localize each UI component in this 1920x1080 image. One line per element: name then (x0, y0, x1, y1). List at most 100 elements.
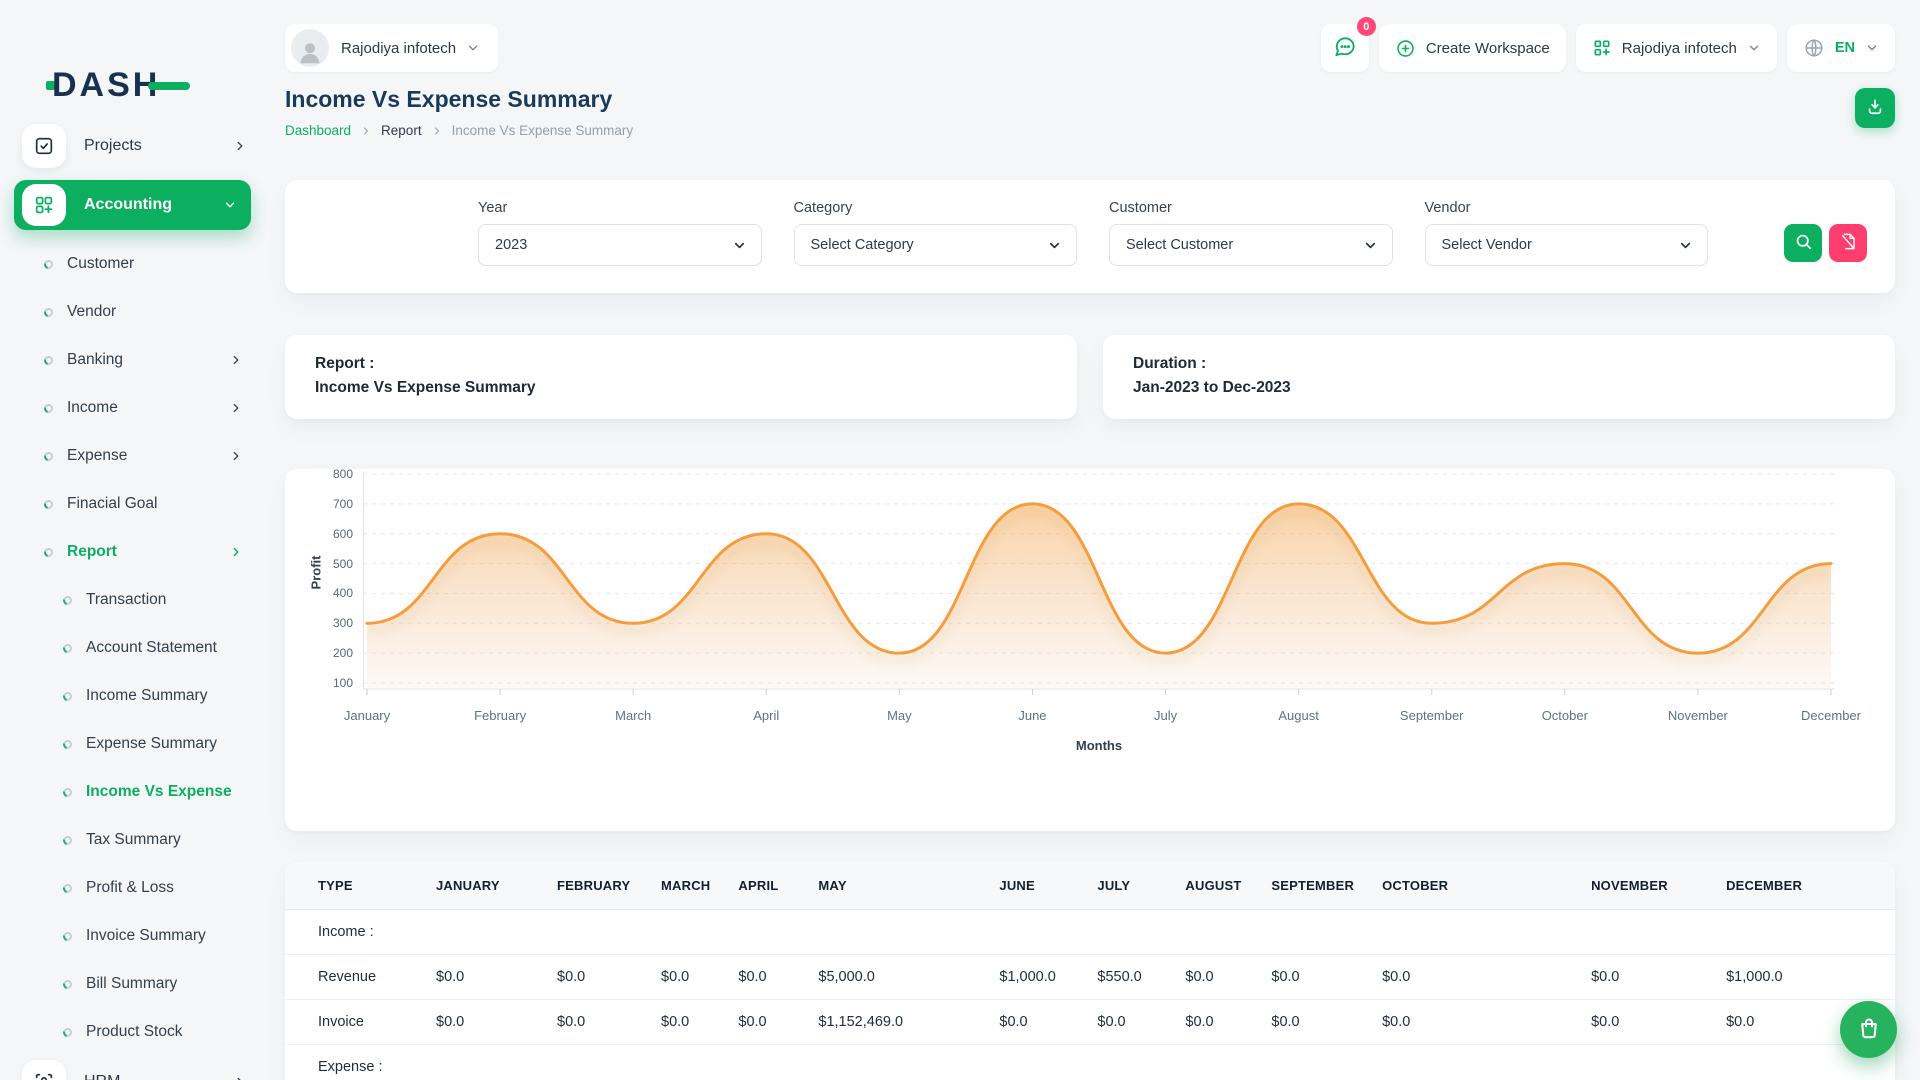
value-cell: $0.0 (1171, 1000, 1257, 1045)
bullet-icon (42, 354, 54, 366)
chevron-right-icon (431, 125, 443, 137)
download-button[interactable] (1855, 88, 1895, 128)
sidebar-item-hrm[interactable]: HRM (0, 1056, 265, 1080)
sidebar-item-banking[interactable]: Banking (0, 336, 265, 384)
customer-filter: Customer Select Customer (1109, 200, 1393, 293)
main-content: Rajodiya infotech 0 Create Workspace (285, 0, 1895, 1080)
sidebar-item-expense[interactable]: Expense (0, 432, 265, 480)
breadcrumb: Dashboard Report Income Vs Expense Summa… (285, 123, 633, 138)
sidebar-item-projects[interactable]: Projects (0, 120, 265, 172)
row-type-cell: Revenue (285, 955, 422, 1000)
language-code: EN (1835, 40, 1855, 56)
customer-select[interactable]: Select Customer (1109, 224, 1393, 266)
bullet-icon (42, 546, 54, 558)
breadcrumb-report[interactable]: Report (381, 123, 422, 138)
year-value: 2023 (495, 237, 527, 253)
fab-button[interactable] (1840, 1001, 1897, 1058)
value-cell: $550.0 (1083, 955, 1171, 1000)
user-scan-icon (22, 1060, 66, 1080)
column-header-january: JANUARY (422, 862, 543, 910)
y-tick-label: 200 (313, 646, 353, 660)
plus-circle-icon (1395, 38, 1416, 59)
value-cell: $0.0 (647, 1000, 724, 1045)
reset-filter-button[interactable] (1829, 224, 1867, 262)
app-logo[interactable]: DASH (52, 66, 202, 106)
x-tick-label: March (615, 708, 651, 723)
bullet-icon (61, 882, 73, 894)
y-tick-label: 100 (313, 676, 353, 690)
table-row[interactable]: Invoice$0.0$0.0$0.0$0.0$1,152,469.0$0.0$… (285, 1000, 1895, 1045)
sidebar-item-finacial-goal[interactable]: Finacial Goal (0, 480, 265, 528)
sidebar-item-report[interactable]: Report (0, 528, 265, 576)
filter-actions (1784, 224, 1867, 262)
column-header-august: AUGUST (1171, 862, 1257, 910)
bullet-icon (61, 1026, 73, 1038)
chevron-down-icon (1047, 238, 1062, 253)
workspace-selector[interactable]: Rajodiya infotech (285, 24, 498, 72)
sidebar-item-bill-summary[interactable]: Bill Summary (0, 960, 265, 1008)
column-header-february: FEBRUARY (543, 862, 647, 910)
sidebar-item-tax-summary[interactable]: Tax Summary (0, 816, 265, 864)
x-tick-label: June (1018, 708, 1046, 723)
chevron-down-icon (1363, 238, 1378, 253)
breadcrumb-current: Income Vs Expense Summary (452, 123, 634, 138)
top-bar: Rajodiya infotech 0 Create Workspace (285, 24, 1895, 72)
sidebar-item-product-stock[interactable]: Product Stock (0, 1008, 265, 1056)
sidebar-nav: Projects Accounting Customer Vendor Bank… (0, 120, 265, 1080)
vendor-filter: Vendor Select Vendor (1425, 200, 1709, 293)
sidebar-item-customer[interactable]: Customer (0, 240, 265, 288)
sidebar-item-income[interactable]: Income (0, 384, 265, 432)
value-cell: $0.0 (1368, 955, 1577, 1000)
value-cell: $0.0 (543, 1000, 647, 1045)
vendor-select[interactable]: Select Vendor (1425, 224, 1709, 266)
page-header: Income Vs Expense Summary Dashboard Repo… (285, 86, 1895, 138)
y-tick-label: 600 (313, 527, 353, 541)
sidebar-item-accounting[interactable]: Accounting (14, 180, 251, 230)
category-filter: Category Select Category (794, 200, 1078, 293)
sidebar-item-invoice-summary[interactable]: Invoice Summary (0, 912, 265, 960)
value-cell: $1,000.0 (985, 955, 1083, 1000)
sidebar-item-income-vs-expense[interactable]: Income Vs Expense (0, 768, 265, 816)
duration-summary-card: Duration : Jan-2023 to Dec-2023 (1103, 335, 1895, 419)
breadcrumb-dashboard[interactable]: Dashboard (285, 123, 351, 138)
download-icon (1865, 97, 1885, 120)
globe-icon (1803, 37, 1825, 59)
person-icon (295, 37, 325, 67)
sidebar-item-income-summary[interactable]: Income Summary (0, 672, 265, 720)
chat-button[interactable]: 0 (1321, 24, 1369, 72)
search-icon (1794, 232, 1813, 254)
shopping-bag-icon (1856, 1015, 1882, 1044)
x-tick-label: February (474, 708, 526, 723)
chevron-right-icon (233, 1075, 247, 1080)
sidebar-item-account-statement[interactable]: Account Statement (0, 624, 265, 672)
account-menu[interactable]: Rajodiya infotech (1576, 24, 1777, 72)
sidebar-item-profit-loss[interactable]: Profit & Loss (0, 864, 265, 912)
create-workspace-button[interactable]: Create Workspace (1379, 24, 1566, 72)
sidebar-item-vendor[interactable]: Vendor (0, 288, 265, 336)
bullet-icon (61, 690, 73, 702)
y-tick-label: 300 (313, 616, 353, 630)
x-tick-label: May (887, 708, 912, 723)
value-cell: $0.0 (724, 1000, 804, 1045)
bullet-icon (42, 258, 54, 270)
sidebar-item-transaction[interactable]: Transaction (0, 576, 265, 624)
table-row[interactable]: Revenue$0.0$0.0$0.0$0.0$5,000.0$1,000.0$… (285, 955, 1895, 1000)
sidebar-item-expense-summary[interactable]: Expense Summary (0, 720, 265, 768)
value-cell: $0.0 (647, 955, 724, 1000)
language-selector[interactable]: EN (1787, 24, 1895, 72)
chat-bubble-icon (1332, 34, 1358, 63)
category-select[interactable]: Select Category (794, 224, 1078, 266)
search-button[interactable] (1784, 224, 1822, 262)
x-tick-label: September (1400, 708, 1464, 723)
y-tick-label: 500 (313, 557, 353, 571)
chevron-down-icon (466, 41, 480, 55)
column-header-april: APRIL (724, 862, 804, 910)
value-cell: $0.0 (985, 1000, 1083, 1045)
bullet-icon (61, 642, 73, 654)
year-select[interactable]: 2023 (478, 224, 762, 266)
value-cell: $0.0 (1257, 955, 1368, 1000)
value-cell: $0.0 (422, 1000, 543, 1045)
avatar (291, 29, 329, 67)
value-cell: $0.0 (1083, 1000, 1171, 1045)
table-section-row: Expense : (285, 1045, 1895, 1080)
